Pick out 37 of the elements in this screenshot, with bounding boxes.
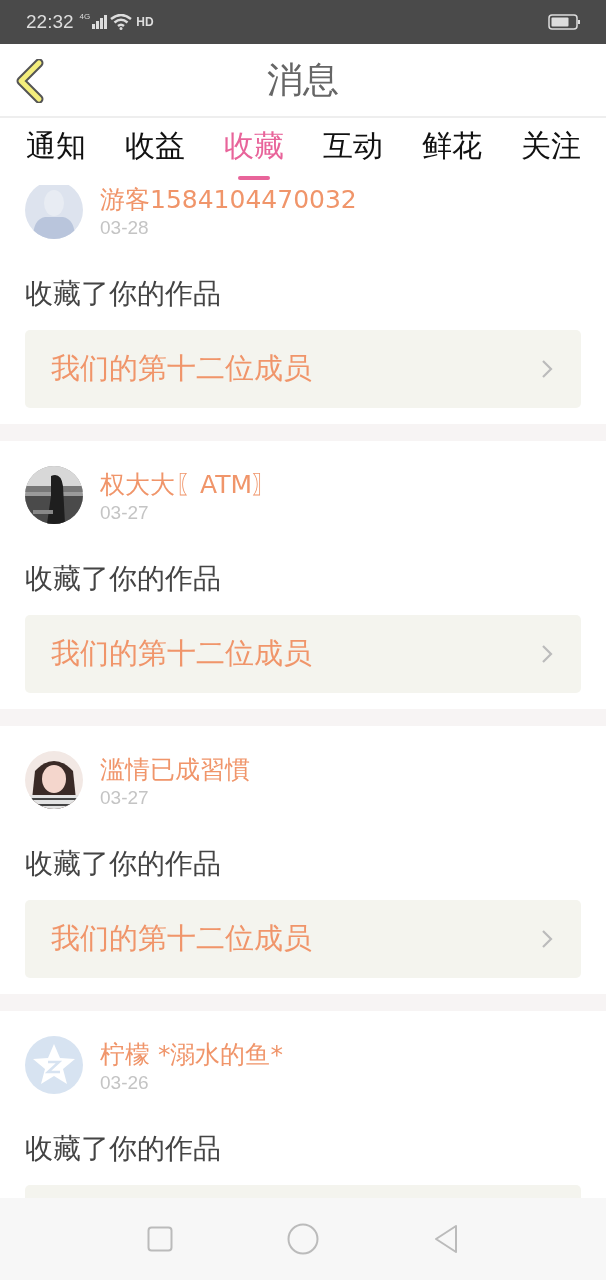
message-date: 03-28	[100, 216, 149, 240]
tab[interactable]: 通知	[6, 118, 105, 182]
tab[interactable]: 互动	[303, 118, 402, 182]
user-name[interactable]: 游客1584104470032	[100, 185, 357, 215]
chevron-icon	[541, 929, 553, 949]
message-text: 收藏了你的作品	[25, 561, 222, 597]
back-button[interactable]	[14, 59, 46, 103]
battery-icon	[548, 14, 580, 30]
tab[interactable]: 收藏	[204, 118, 303, 182]
work-link[interactable]: 我们的第十二位成员	[25, 330, 581, 408]
tab[interactable]: 鲜花	[402, 118, 501, 182]
avatar-icon	[25, 185, 83, 239]
tab[interactable]: 收益	[105, 118, 204, 182]
message-text: 收藏了你的作品	[25, 846, 222, 882]
message-date: 03-27	[100, 786, 149, 810]
message-text: 收藏了你的作品	[25, 1131, 222, 1167]
chevron-icon	[541, 644, 553, 664]
user-name[interactable]: 权大大〖ATM〗	[100, 470, 277, 500]
recents-icon[interactable]	[147, 1226, 173, 1252]
status-time: 22:32	[26, 11, 74, 33]
work-link[interactable]: 我们的第十二位成员	[25, 900, 581, 978]
user-name[interactable]: 滥情已成習慣	[100, 755, 250, 785]
user-name[interactable]: 柠檬 *溺水的鱼*	[100, 1040, 283, 1070]
wifi-icon	[110, 14, 133, 30]
hd-label: HD	[136, 15, 154, 29]
signal-icon	[92, 15, 109, 29]
network-label: 4G	[79, 12, 91, 21]
back-icon[interactable]	[433, 1224, 459, 1254]
message-date: 03-26	[100, 1071, 149, 1095]
work-link[interactable]: 我们的第十二位成员	[25, 615, 581, 693]
chevron-icon	[541, 359, 553, 379]
message-date: 03-27	[100, 501, 149, 525]
page-title: 消息	[267, 57, 339, 102]
message-text: 收藏了你的作品	[25, 276, 222, 312]
star-avatar-icon	[25, 1036, 83, 1094]
tab[interactable]: 关注	[501, 118, 600, 182]
home-icon[interactable]	[287, 1223, 319, 1255]
